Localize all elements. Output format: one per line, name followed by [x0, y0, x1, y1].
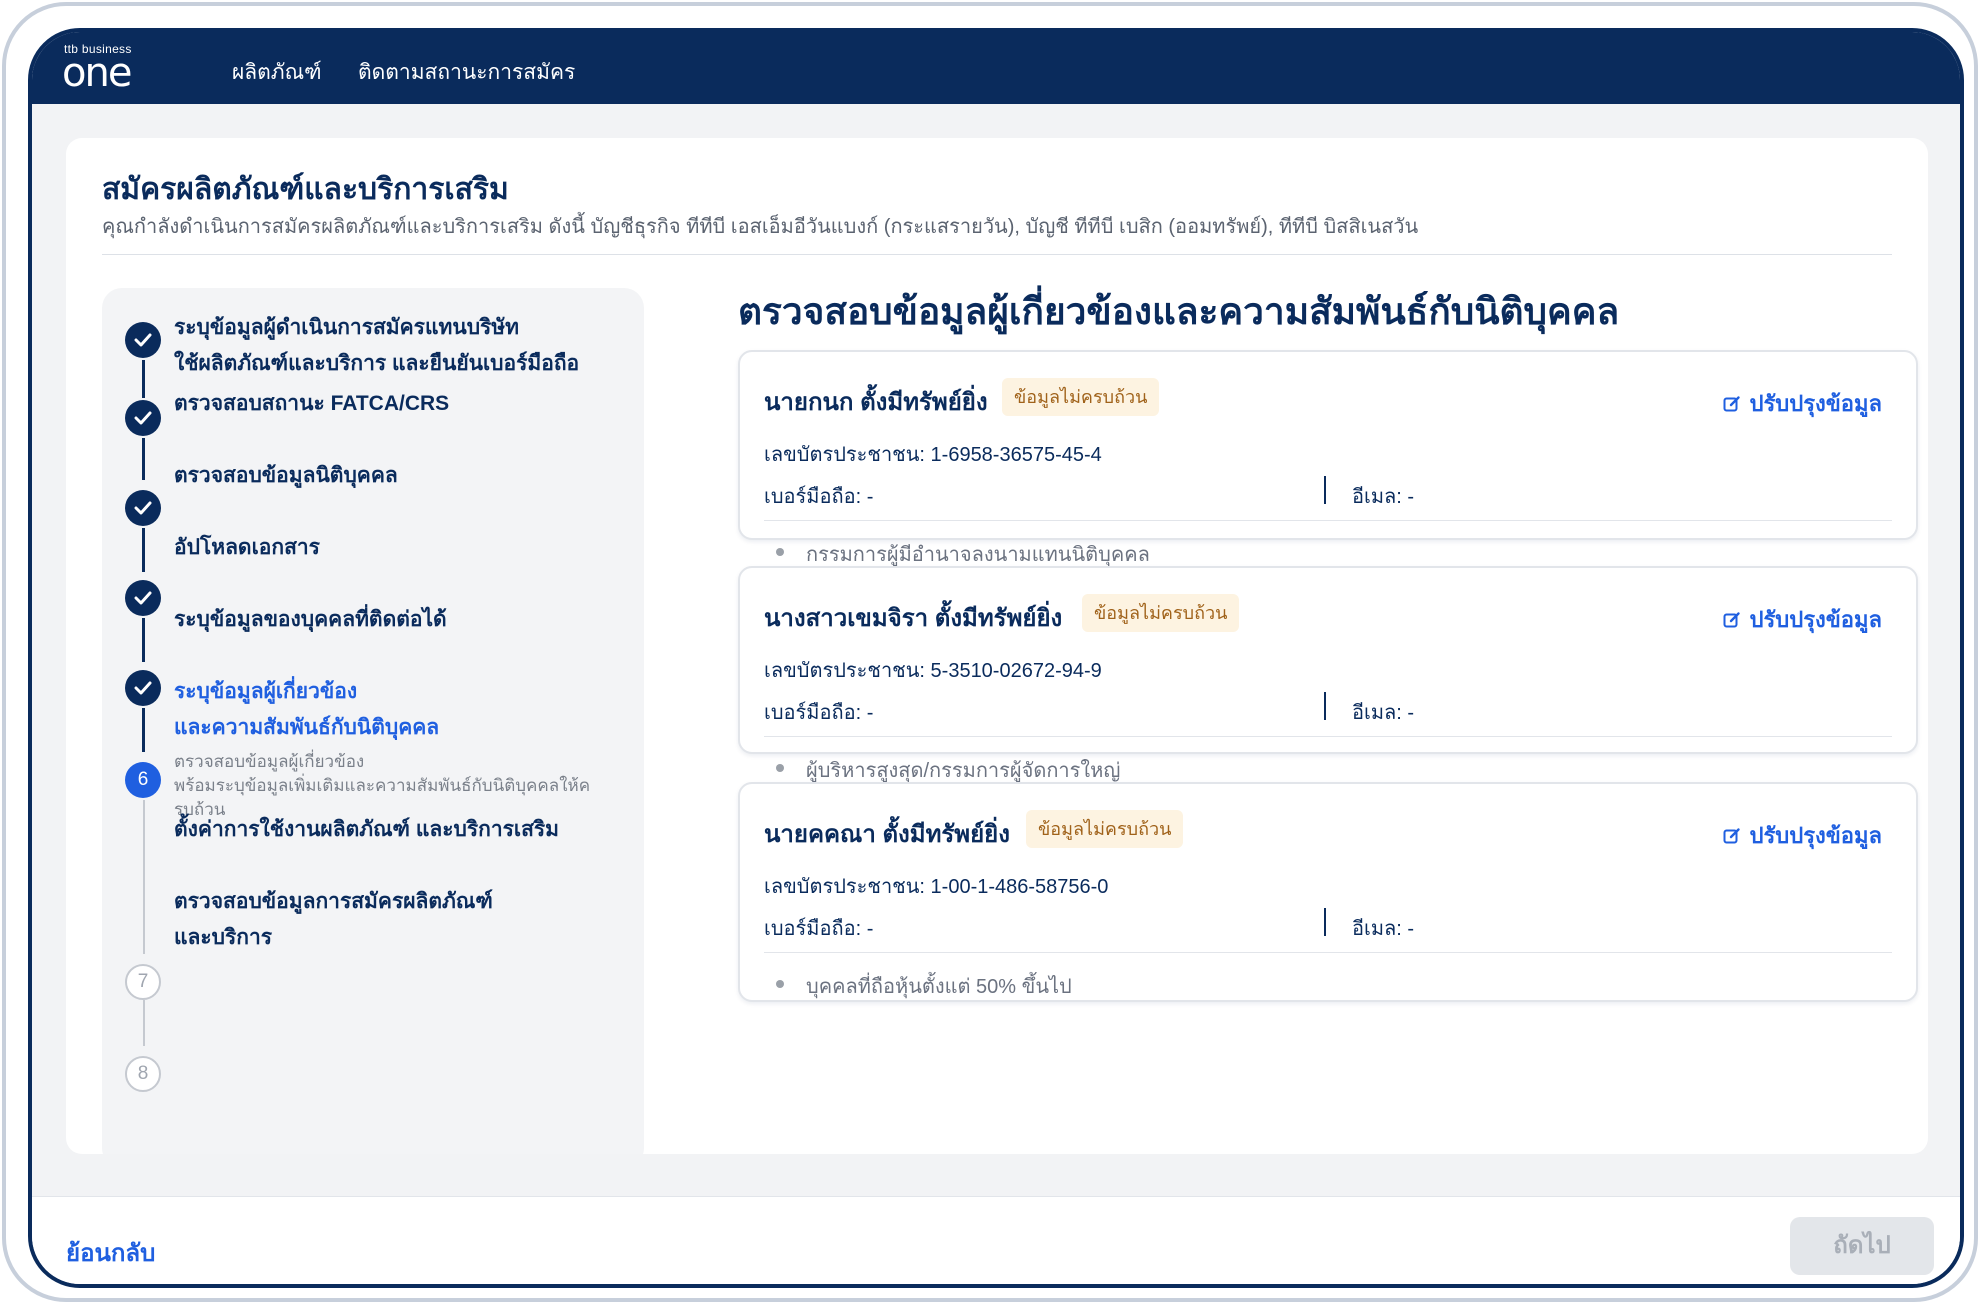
- step-4-label[interactable]: อัปโหลดเอกสาร: [174, 530, 320, 566]
- relationship-role: บุคคลที่ถือหุ้นตั้งแต่ 50% ขึ้นไป: [806, 976, 1072, 998]
- step-connector: [142, 618, 145, 662]
- ttb-business-one-logo[interactable]: ttb business one: [62, 42, 158, 96]
- bullet-icon: [776, 980, 784, 988]
- id-card-number: เลขบัตรประชาชน: 5-3510-02672-94-9: [764, 660, 1102, 682]
- edit-icon: [1723, 611, 1741, 627]
- edit-info-link[interactable]: ปรับปรุงข้อมูล: [1723, 818, 1882, 853]
- step-4-check-icon: [125, 580, 161, 616]
- nav-track-application[interactable]: ติดตามสถานะการสมัคร: [358, 56, 575, 89]
- step-1-check-icon: [125, 322, 161, 358]
- field-separator: [1324, 908, 1326, 936]
- card-divider: [764, 952, 1892, 953]
- page-subtitle: คุณกำลังดำเนินการสมัครผลิตภัณฑ์และบริการ…: [102, 216, 1419, 238]
- bullet-icon: [776, 764, 784, 772]
- step-1-label-line2: ใช้ผลิตภัณฑ์และบริการ และยืนยันเบอร์มือถ…: [174, 352, 580, 375]
- step-connector: [143, 1000, 145, 1046]
- edit-info-label: ปรับปรุงข้อมูล: [1749, 607, 1882, 632]
- step-connector: [143, 800, 145, 954]
- step-connector: [142, 438, 145, 480]
- step-6-label-line2: และความสัมพันธ์กับนิติบุคคล: [174, 716, 440, 739]
- step-2-label[interactable]: ตรวจสอบสถานะ FATCA/CRS: [174, 386, 449, 422]
- related-person-card: นายคคณา ตั้งมีทรัพย์ยิ่ง ข้อมูลไม่ครบถ้ว…: [738, 782, 1918, 1002]
- edit-info-link[interactable]: ปรับปรุงข้อมูล: [1723, 386, 1882, 421]
- bullet-icon: [776, 548, 784, 556]
- step-3-check-icon: [125, 490, 161, 526]
- email: อีเมล: -: [1352, 486, 1415, 508]
- step-1-label-line1: ระบุข้อมูลผู้ดำเนินการสมัครแทนบริษัท: [174, 316, 519, 339]
- step-connector: [142, 708, 145, 752]
- logo-big-text: one: [62, 50, 132, 96]
- person-name: นายกนก ตั้งมีทรัพย์ยิ่ง: [764, 389, 988, 416]
- incomplete-badge: ข้อมูลไม่ครบถ้วน: [1082, 594, 1240, 632]
- edit-icon: [1723, 395, 1741, 411]
- step-8-label[interactable]: ตรวจสอบข้อมูลการสมัครผลิตภัณฑ์ และบริการ: [174, 884, 493, 956]
- step-connector: [142, 360, 145, 398]
- email: อีเมล: -: [1352, 702, 1415, 724]
- top-navigation-bar: ttb business one ผลิตภัณฑ์ ติดตามสถานะกา…: [32, 32, 1960, 104]
- step-5-check-icon: [125, 670, 161, 706]
- person-name: นายคคณา ตั้งมีทรัพย์ยิ่ง: [764, 821, 1010, 848]
- footer-bar: ย้อนกลับ ถัดไป: [32, 1196, 1960, 1284]
- page-title: สมัครผลิตภัณฑ์และบริการเสริม: [102, 173, 509, 206]
- application-card: สมัครผลิตภัณฑ์และบริการเสริม คุณกำลังดำเ…: [66, 138, 1928, 1154]
- edit-info-link[interactable]: ปรับปรุงข้อมูล: [1723, 602, 1882, 637]
- incomplete-badge: ข้อมูลไม่ครบถ้วน: [1026, 810, 1184, 848]
- device-frame: ttb business one ผลิตภัณฑ์ ติดตามสถานะกา…: [2, 2, 1978, 1302]
- section-title: ตรวจสอบข้อมูลผู้เกี่ยวข้องและความสัมพันธ…: [738, 291, 1620, 332]
- id-card-number: เลขบัตรประชาชน: 1-6958-36575-45-4: [764, 444, 1102, 466]
- field-separator: [1324, 476, 1326, 504]
- step-8-label-line1: ตรวจสอบข้อมูลการสมัครผลิตภัณฑ์: [174, 890, 493, 913]
- step-6-number-badge: 6: [125, 762, 161, 798]
- divider: [102, 254, 1892, 255]
- step-7-label[interactable]: ตั้งค่าการใช้งานผลิตภัณฑ์ และบริการเสริม: [174, 812, 559, 848]
- step-3-label[interactable]: ตรวจสอบข้อมูลนิติบุคคล: [174, 458, 398, 494]
- step-6-label[interactable]: ระบุข้อมูลผู้เกี่ยวข้อง และความสัมพันธ์ก…: [174, 674, 439, 746]
- step-6-desc-line1: ตรวจสอบข้อมูลผู้เกี่ยวข้อง: [174, 752, 365, 771]
- step-6-label-line1: ระบุข้อมูลผู้เกี่ยวข้อง: [174, 680, 358, 703]
- card-divider: [764, 736, 1892, 737]
- person-name: นางสาวเขมจิรา ตั้งมีทรัพย์ยิ่ง: [764, 605, 1063, 632]
- step-8-number-badge: 8: [125, 1056, 161, 1092]
- mobile-number: เบอร์มือถือ: -: [764, 918, 874, 940]
- edit-info-label: ปรับปรุงข้อมูล: [1749, 391, 1882, 416]
- mobile-number: เบอร์มือถือ: -: [764, 702, 874, 724]
- related-person-card: นายกนก ตั้งมีทรัพย์ยิ่ง ข้อมูลไม่ครบถ้วน…: [738, 350, 1918, 566]
- incomplete-badge: ข้อมูลไม่ครบถ้วน: [1002, 378, 1160, 416]
- step-1-label[interactable]: ระบุข้อมูลผู้ดำเนินการสมัครแทนบริษัท ใช้…: [174, 310, 579, 382]
- edit-icon: [1723, 827, 1741, 843]
- back-button[interactable]: ย้อนกลับ: [66, 1233, 155, 1272]
- step-6-desc-line2: พร้อมระบุข้อมูลเพิ่มเติมและความสัมพันธ์ก…: [174, 776, 591, 795]
- card-divider: [764, 520, 1892, 521]
- mobile-number: เบอร์มือถือ: -: [764, 486, 874, 508]
- id-card-number: เลขบัตรประชาชน: 1-00-1-486-58756-0: [764, 876, 1109, 898]
- app-window: ttb business one ผลิตภัณฑ์ ติดตามสถานะกา…: [28, 28, 1964, 1288]
- field-separator: [1324, 692, 1326, 720]
- step-8-label-line2: และบริการ: [174, 926, 273, 949]
- step-connector: [142, 528, 145, 572]
- next-button[interactable]: ถัดไป: [1790, 1217, 1934, 1275]
- nav-products[interactable]: ผลิตภัณฑ์: [232, 56, 322, 89]
- step-2-check-icon: [125, 400, 161, 436]
- step-7-number-badge: 7: [125, 964, 161, 1000]
- progress-stepper: ระบุข้อมูลผู้ดำเนินการสมัครแทนบริษัท ใช้…: [102, 288, 644, 1154]
- email: อีเมล: -: [1352, 918, 1415, 940]
- related-person-card: นางสาวเขมจิรา ตั้งมีทรัพย์ยิ่ง ข้อมูลไม่…: [738, 566, 1918, 782]
- edit-info-label: ปรับปรุงข้อมูล: [1749, 823, 1882, 848]
- step-5-label[interactable]: ระบุข้อมูลของบุคคลที่ติดต่อได้: [174, 602, 447, 638]
